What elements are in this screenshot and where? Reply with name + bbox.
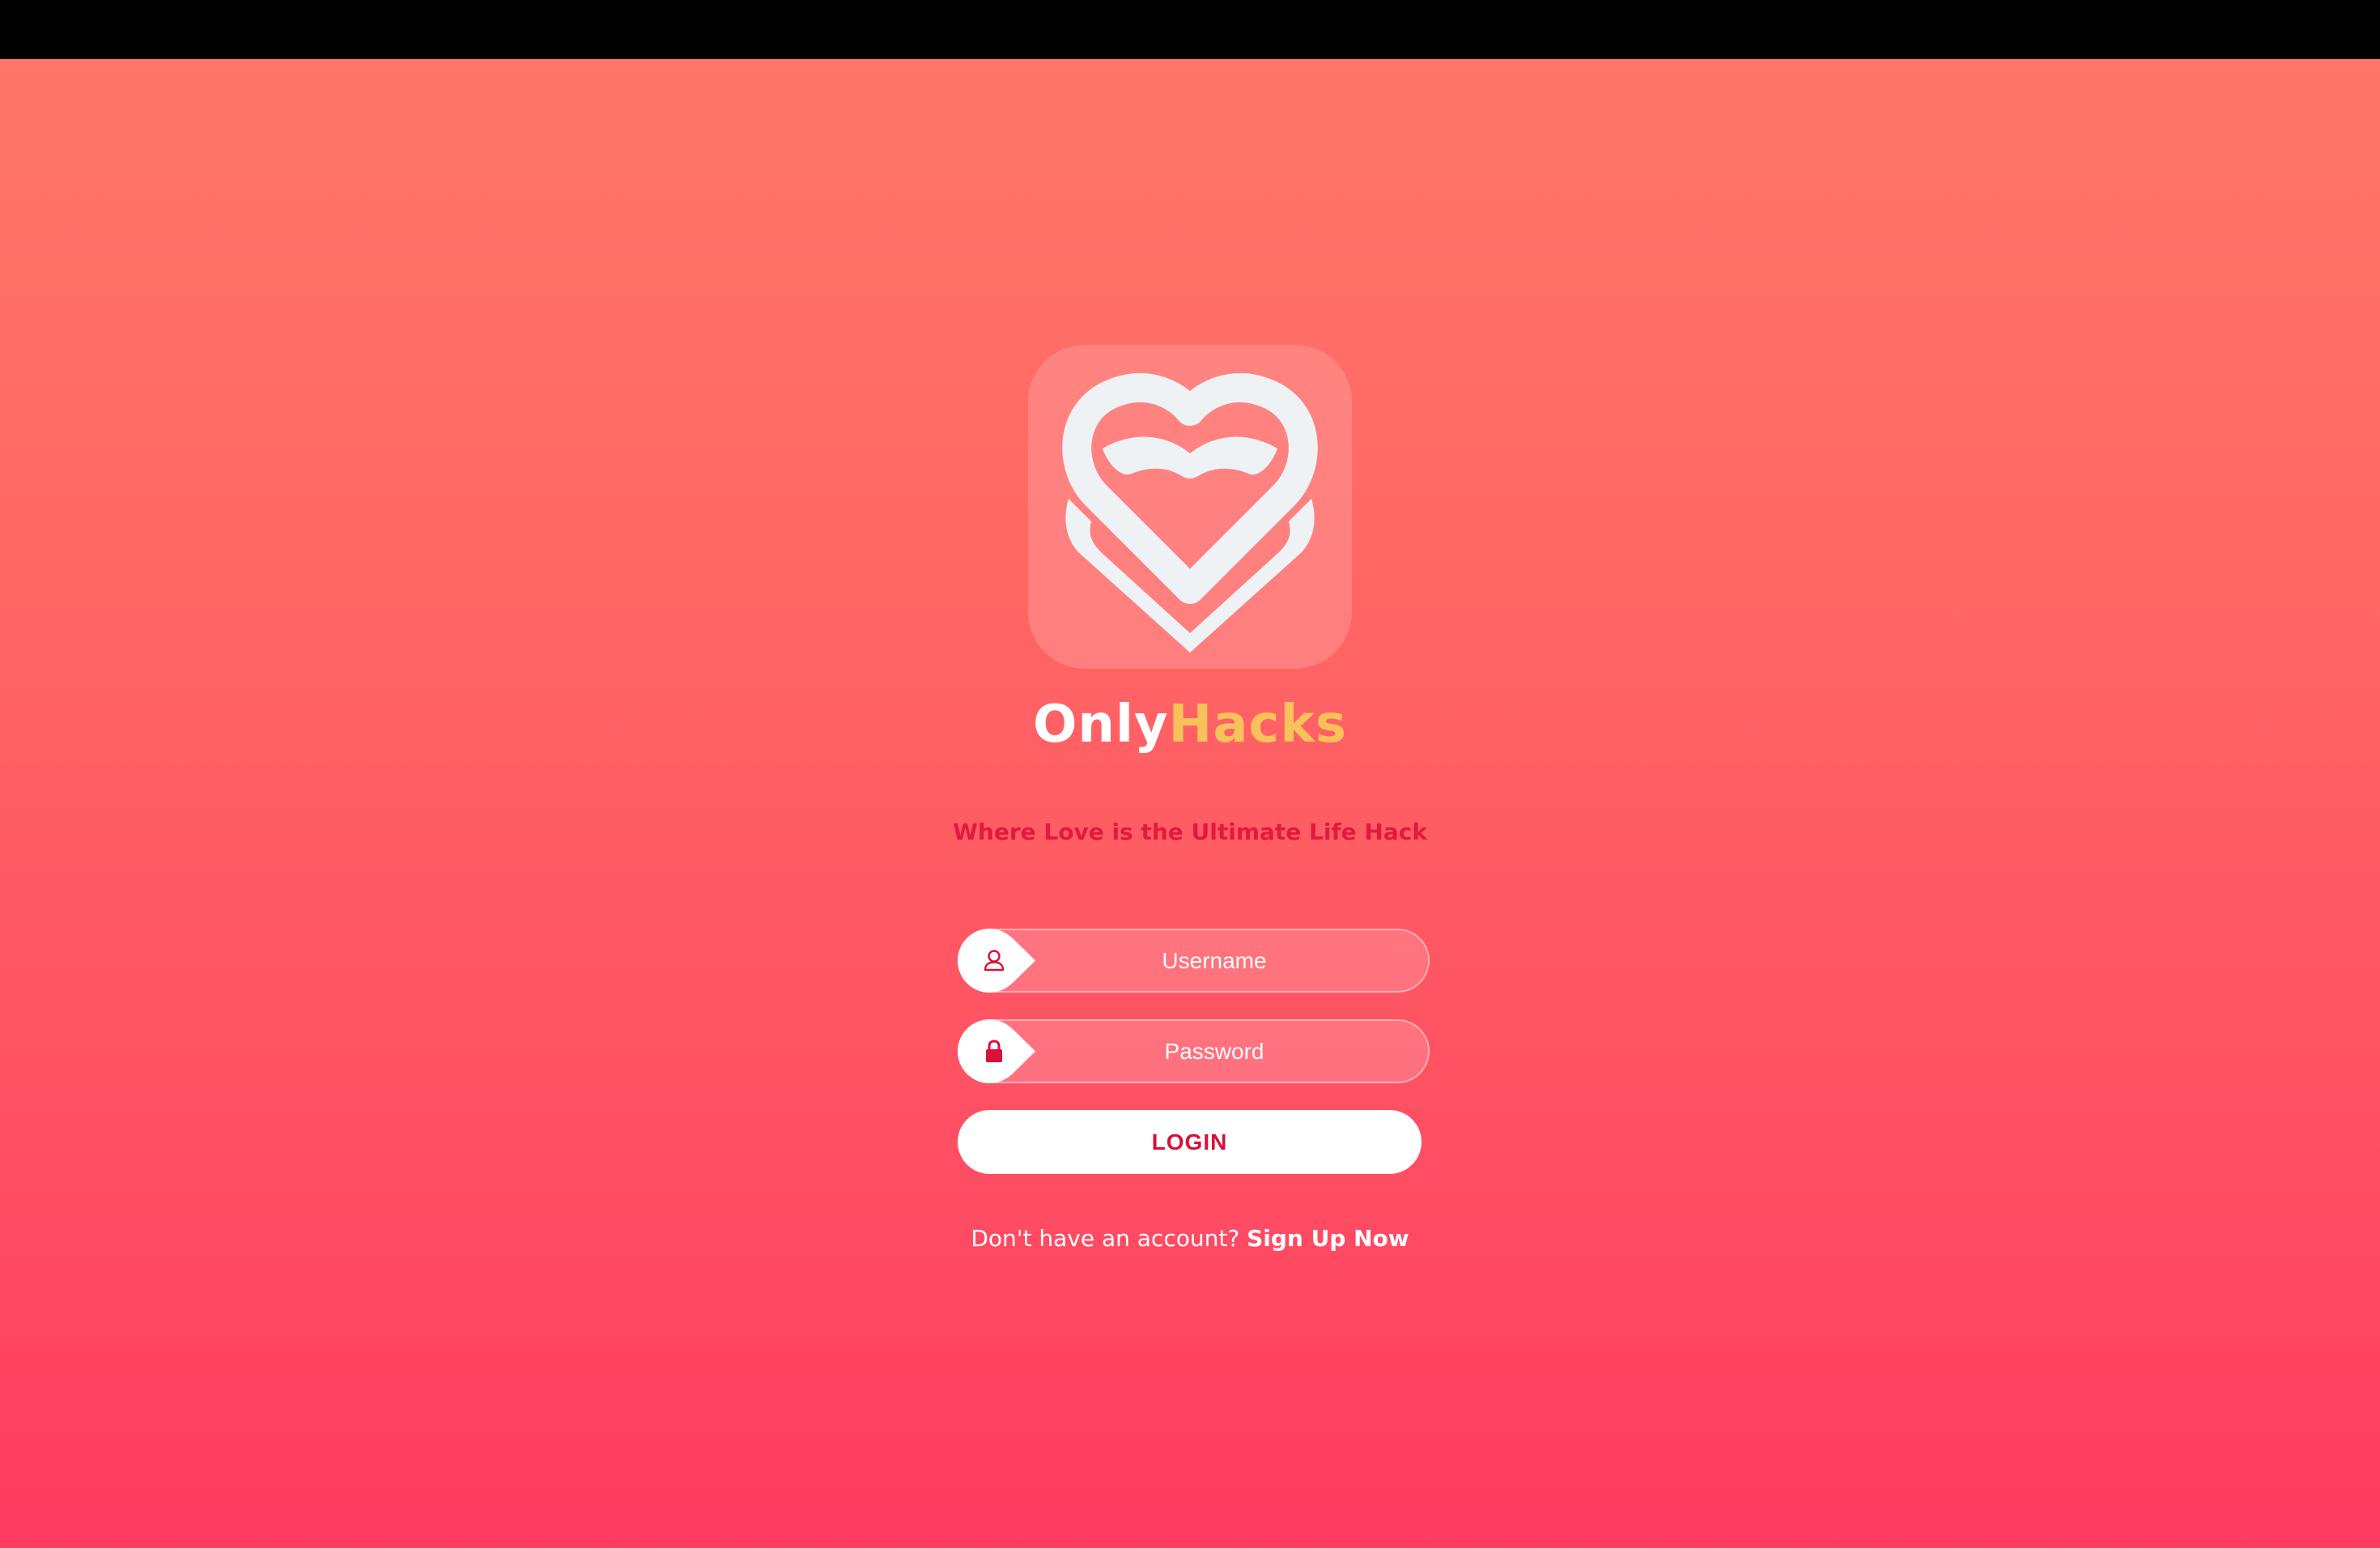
username-field[interactable] bbox=[958, 929, 1430, 993]
app-title: OnlyHacks bbox=[866, 692, 1514, 757]
password-icon-badge bbox=[958, 1019, 1039, 1083]
login-button[interactable]: LOGIN bbox=[958, 1110, 1422, 1174]
username-icon-badge bbox=[958, 929, 1039, 993]
password-field[interactable] bbox=[958, 1019, 1430, 1083]
app-tagline: Where Love is the Ultimate Life Hack bbox=[953, 819, 1427, 845]
app-title-only: Only bbox=[1033, 695, 1169, 755]
app-title-hacks: Hacks bbox=[1168, 695, 1347, 755]
top-black-bar bbox=[0, 0, 2380, 59]
username-input[interactable] bbox=[1040, 930, 1388, 991]
signup-prompt-text: Don't have an account? bbox=[971, 1225, 1240, 1252]
app-logo bbox=[1028, 345, 1352, 669]
sign-up-link[interactable]: Sign Up Now bbox=[1247, 1225, 1409, 1252]
signup-prompt: Don't have an account? Sign Up Now bbox=[866, 1223, 1514, 1255]
login-screen bbox=[0, 59, 2380, 1548]
password-input[interactable] bbox=[1040, 1021, 1388, 1082]
lock-icon bbox=[986, 1040, 1002, 1062]
heart-logo-icon bbox=[1062, 373, 1318, 653]
user-icon bbox=[984, 950, 1005, 972]
